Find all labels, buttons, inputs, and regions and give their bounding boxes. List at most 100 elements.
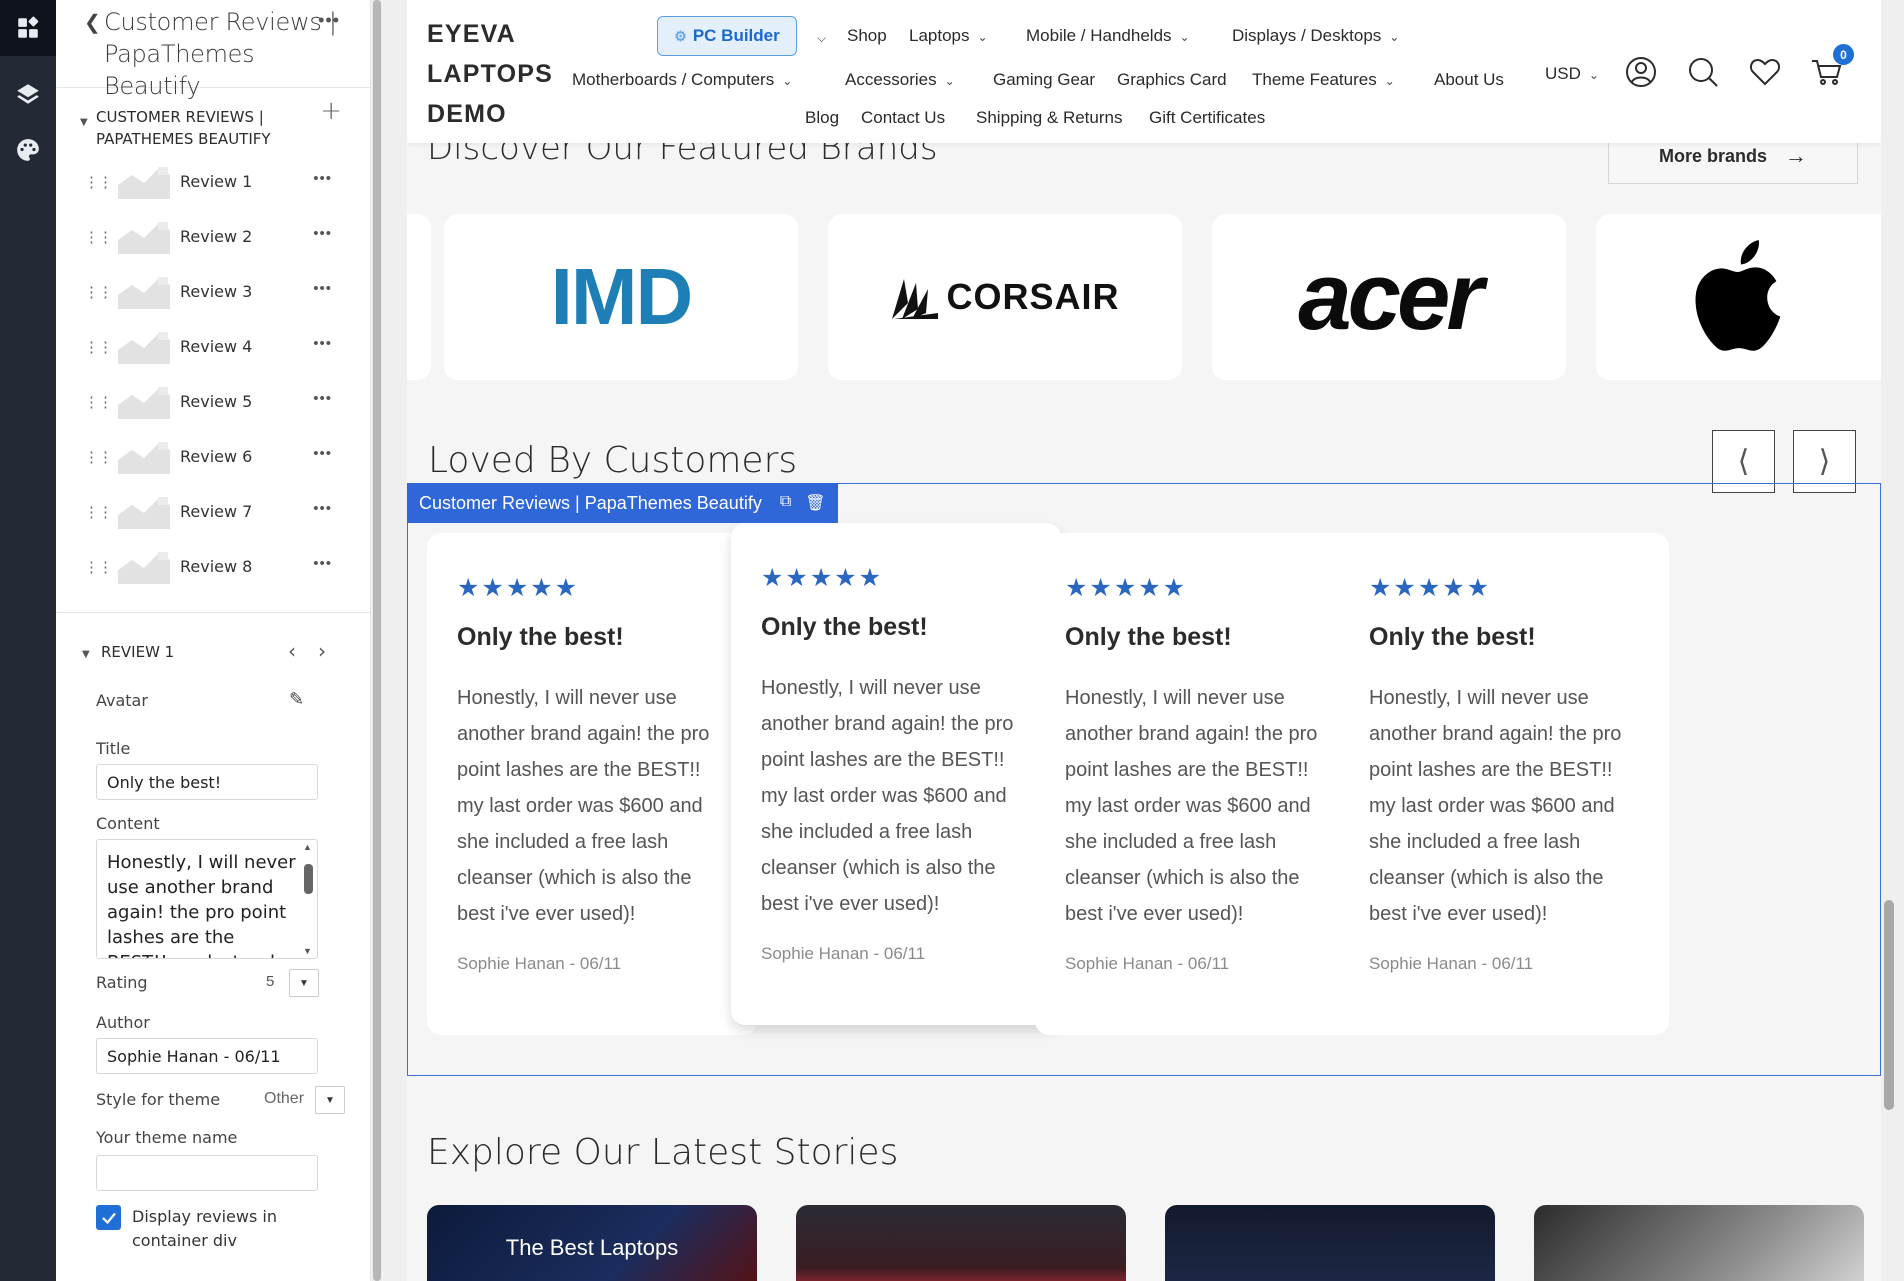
more-options-icon[interactable]: ••• <box>313 225 332 242</box>
drag-handle-icon[interactable]: ⋮⋮ <box>84 283 113 301</box>
rating-row: Rating 5 ▼ <box>56 969 370 1009</box>
review-list-item[interactable]: ⋮⋮ Review 5 ••• <box>56 374 370 429</box>
author-input[interactable] <box>96 1038 318 1074</box>
review-list-item[interactable]: ⋮⋮ Review 1 ••• <box>56 154 370 209</box>
drag-handle-icon[interactable]: ⋮⋮ <box>84 338 113 356</box>
review-list-item[interactable]: ⋮⋮ Review 4 ••• <box>56 319 370 374</box>
collapse-triangle-icon[interactable]: ▼ <box>82 649 90 660</box>
drag-handle-icon[interactable]: ⋮⋮ <box>84 393 113 411</box>
review-list-label: Review 4 <box>180 337 253 356</box>
rating-dropdown-icon[interactable]: ▼ <box>289 969 319 997</box>
nav-theme-features[interactable]: Theme Features ⌄ <box>1252 70 1395 90</box>
brand-card-corsair[interactable]: CORSAIR <box>828 214 1182 380</box>
review-title: Only the best! <box>761 613 928 641</box>
panel-scroll-thumb[interactable] <box>373 0 381 1281</box>
palette-icon[interactable] <box>0 122 56 178</box>
rating-value: 5 <box>266 973 275 990</box>
duplicate-icon[interactable]: ⧉ <box>780 493 791 513</box>
review-list-label: Review 3 <box>180 282 253 301</box>
more-options-icon[interactable]: ••• <box>313 390 332 407</box>
theme-name-input[interactable] <box>96 1155 318 1191</box>
image-placeholder-icon <box>118 274 170 309</box>
review-list-item[interactable]: ⋮⋮ Review 6 ••• <box>56 429 370 484</box>
story-card-4[interactable] <box>1534 1205 1864 1281</box>
nav-contact[interactable]: Contact Us <box>861 108 945 128</box>
drag-handle-icon[interactable]: ⋮⋮ <box>84 448 113 466</box>
nav-motherboards[interactable]: Motherboards / Computers ⌄ <box>572 70 792 90</box>
review-card[interactable]: ★★★★★ Only the best! Honestly, I will neve… <box>1035 533 1365 1035</box>
nav-shipping[interactable]: Shipping & Returns <box>976 108 1122 128</box>
trash-icon[interactable]: 🗑 <box>805 493 825 513</box>
more-options-icon[interactable]: ••• <box>313 170 332 187</box>
nav-mobile[interactable]: Mobile / Handhelds ⌄ <box>1026 26 1190 46</box>
review-list-label: Review 2 <box>180 227 253 246</box>
wishlist-heart-icon[interactable] <box>1748 55 1782 89</box>
nav-laptops[interactable]: Laptops ⌄ <box>909 26 988 46</box>
brand-card-apple[interactable] <box>1596 214 1881 380</box>
brand-card-acer[interactable]: acer <box>1212 214 1566 380</box>
style-dropdown-icon[interactable]: ▼ <box>315 1086 345 1114</box>
image-placeholder-icon <box>118 494 170 529</box>
nav-graphics[interactable]: Graphics Card <box>1117 70 1227 90</box>
review-list-item[interactable]: ⋮⋮ Review 2 ••• <box>56 209 370 264</box>
drag-handle-icon[interactable]: ⋮⋮ <box>84 228 113 246</box>
story-card-3[interactable] <box>1165 1205 1495 1281</box>
selected-widget-tag[interactable]: Customer Reviews | PapaThemes Beautify ⧉… <box>407 483 838 523</box>
more-options-icon[interactable]: ••• <box>313 445 332 462</box>
nav-gift[interactable]: Gift Certificates <box>1149 108 1265 128</box>
review-list-label: Review 7 <box>180 502 253 521</box>
review-title: Only the best! <box>1369 623 1536 651</box>
more-options-icon[interactable]: ••• <box>313 500 332 517</box>
widgets-icon[interactable] <box>0 0 56 56</box>
title-input[interactable] <box>96 764 318 800</box>
nav-about[interactable]: About Us <box>1434 70 1504 90</box>
more-options-icon[interactable]: ••• <box>313 280 332 297</box>
nav-displays[interactable]: Displays / Desktops ⌄ <box>1232 26 1399 46</box>
pc-builder-dropdown-icon[interactable]: ⌵ <box>809 27 826 47</box>
next-review-icon[interactable]: › <box>318 639 326 663</box>
reviews-section-header[interactable]: ▼ CUSTOMER REVIEWS | PAPATHEMES BEAUTIFY… <box>56 88 370 152</box>
layers-icon[interactable] <box>0 66 56 122</box>
panel-scrollbar[interactable] <box>372 0 382 1281</box>
story-card-2[interactable] <box>796 1205 1126 1281</box>
nav-shop[interactable]: Shop <box>847 26 887 46</box>
scroll-up-icon[interactable]: ▲ <box>303 842 312 852</box>
review-card[interactable]: ★★★★★ Only the best! Honestly, I will neve… <box>427 533 757 1035</box>
collapse-triangle-icon[interactable]: ▼ <box>80 112 88 134</box>
nav-gaming[interactable]: Gaming Gear <box>993 70 1095 90</box>
page-scroll-thumb[interactable] <box>1884 900 1894 1110</box>
scroll-down-icon[interactable]: ▼ <box>303 946 312 956</box>
content-textarea[interactable]: Honestly, I will never use another brand… <box>97 840 297 958</box>
review-list-item[interactable]: ⋮⋮ Review 8 ••• <box>56 539 370 594</box>
brand-card-imd[interactable]: IMD <box>444 214 798 380</box>
pc-builder-button[interactable]: ⚙ PC Builder <box>657 16 797 56</box>
story-card-1[interactable]: The Best Laptops <box>427 1205 757 1281</box>
more-options-icon[interactable]: ••• <box>313 555 332 572</box>
review-list-item[interactable]: ⋮⋮ Review 3 ••• <box>56 264 370 319</box>
review-card[interactable]: ★★★★★ Only the best! Honestly, I will neve… <box>731 523 1061 1025</box>
display-container-checkbox[interactable] <box>96 1205 121 1230</box>
review-card[interactable]: ★★★★★ Only the best! Honestly, I will neve… <box>1339 533 1669 1035</box>
add-review-icon[interactable]: + <box>320 98 342 124</box>
more-options-icon[interactable]: ••• <box>313 335 332 352</box>
nav-blog[interactable]: Blog <box>805 108 839 128</box>
review-list-item[interactable]: ⋮⋮ Review 7 ••• <box>56 484 370 539</box>
brand-card-partial[interactable] <box>407 214 431 380</box>
panel-more-icon[interactable]: ••• <box>318 10 340 31</box>
drag-handle-icon[interactable]: ⋮⋮ <box>84 558 113 576</box>
nav-accessories[interactable]: Accessories ⌄ <box>845 70 955 90</box>
drag-handle-icon[interactable]: ⋮⋮ <box>84 503 113 521</box>
search-icon[interactable] <box>1686 55 1720 89</box>
cart-count-badge: 0 <box>1833 44 1854 65</box>
page-scrollbar[interactable] <box>1882 0 1898 1281</box>
edit-pencil-icon[interactable]: ✎ <box>289 689 304 710</box>
back-chevron-icon[interactable]: ❮ <box>84 10 101 35</box>
review-body: Honestly, I will never use another brand… <box>761 677 1014 915</box>
currency-selector[interactable]: USD ⌄ <box>1545 64 1599 84</box>
site-logo[interactable]: EYEVA LAPTOPS DEMO <box>427 14 552 134</box>
textarea-scrollbar[interactable]: ▲ ▼ <box>301 842 315 956</box>
account-icon[interactable] <box>1624 55 1658 89</box>
scroll-thumb[interactable] <box>304 864 313 894</box>
prev-review-icon[interactable]: ‹ <box>288 639 296 663</box>
drag-handle-icon[interactable]: ⋮⋮ <box>84 173 113 191</box>
